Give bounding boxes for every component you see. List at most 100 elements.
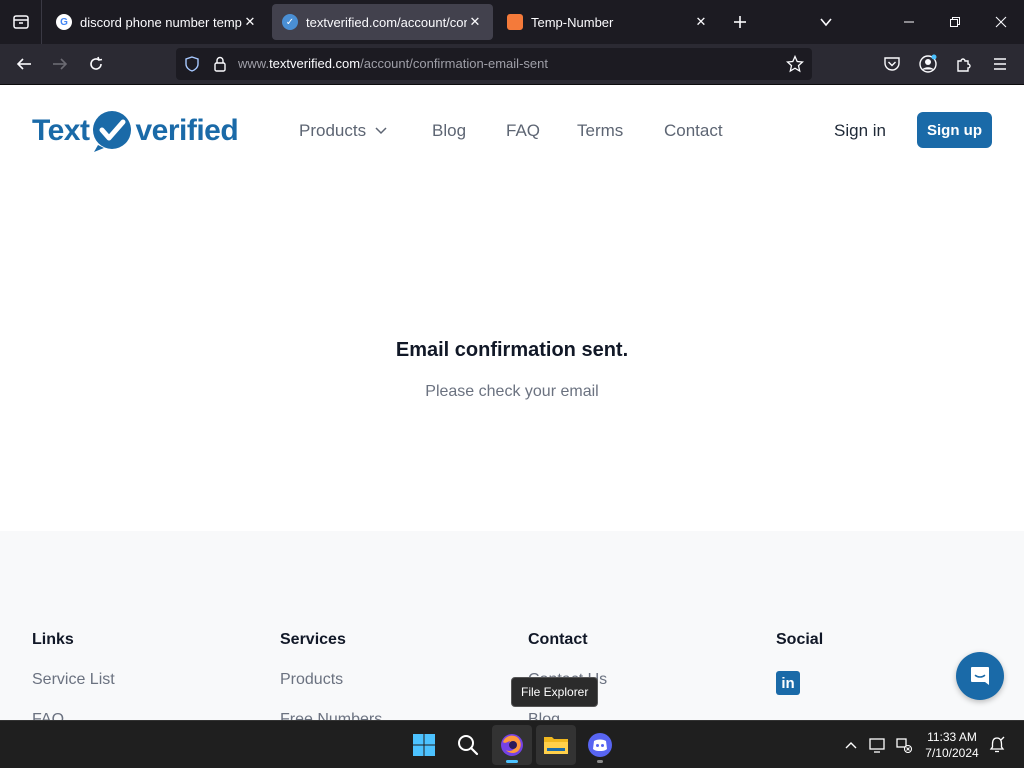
site-header: Text verified Products Blog FAQ Terms Co… bbox=[0, 85, 1024, 177]
close-window-button[interactable] bbox=[978, 0, 1024, 44]
textverified-icon: ✓ bbox=[282, 14, 298, 30]
menu-button[interactable] bbox=[984, 48, 1016, 80]
footer-link-products[interactable]: Products bbox=[280, 671, 343, 689]
textverified-logo[interactable]: Text verified bbox=[32, 107, 239, 155]
minimize-icon bbox=[904, 21, 914, 23]
list-all-tabs-button[interactable] bbox=[808, 4, 844, 40]
firefox-icon bbox=[501, 734, 523, 756]
start-icon bbox=[413, 734, 435, 756]
windows-taskbar: 11:33 AM 7/10/2024 bbox=[0, 720, 1024, 768]
chat-icon bbox=[971, 667, 989, 685]
nav-terms[interactable]: Terms bbox=[577, 121, 623, 141]
tab-textverified[interactable]: ✓ textverified.com/account/confi ✕ bbox=[272, 4, 493, 40]
footer-services-column: Services Products Free Numbers bbox=[280, 631, 382, 720]
extensions-button[interactable] bbox=[948, 48, 980, 80]
close-icon[interactable]: ✕ bbox=[693, 14, 709, 30]
sign-in-link[interactable]: Sign in bbox=[834, 121, 886, 141]
file-explorer-tooltip: File Explorer bbox=[511, 677, 599, 707]
running-indicator bbox=[506, 760, 518, 763]
start-button[interactable] bbox=[404, 725, 444, 765]
footer-heading: Social bbox=[776, 631, 824, 648]
footer-heading: Links bbox=[32, 631, 74, 648]
file-explorer-icon bbox=[544, 737, 568, 754]
taskbar-firefox[interactable] bbox=[492, 725, 532, 765]
firefox-view-icon bbox=[12, 15, 29, 29]
google-icon: G bbox=[56, 14, 72, 30]
browser-tab-strip: G discord phone number temp - G ✕ ✓ text… bbox=[0, 0, 1024, 44]
discord-icon bbox=[588, 733, 612, 757]
footer-heading: Contact bbox=[528, 631, 588, 648]
footer-contact-column: Contact Contact Us Blog bbox=[528, 631, 607, 720]
footer-links-column: Links Service List FAQ bbox=[32, 631, 115, 720]
tab-title: Temp-Number bbox=[531, 14, 614, 30]
nav-products[interactable]: Products bbox=[299, 121, 387, 141]
notifications-button[interactable] bbox=[986, 721, 1008, 768]
hamburger-menu-icon bbox=[994, 58, 1006, 70]
tab-title: textverified.com/account/confi bbox=[306, 14, 467, 30]
plus-icon bbox=[734, 16, 746, 28]
reload-button[interactable] bbox=[80, 48, 112, 80]
taskbar-clock[interactable]: 11:33 AM 7/10/2024 bbox=[920, 729, 984, 761]
notification-bell-icon bbox=[989, 736, 1005, 753]
chevron-down-icon bbox=[820, 18, 832, 27]
footer-link-blog[interactable]: Blog bbox=[528, 711, 560, 720]
account-button[interactable] bbox=[912, 48, 944, 80]
back-button[interactable] bbox=[8, 48, 40, 80]
tracking-protection-shield-icon[interactable] bbox=[184, 56, 200, 72]
close-icon[interactable]: ✕ bbox=[242, 14, 258, 30]
lock-icon[interactable] bbox=[212, 55, 228, 73]
url-prefix: www. bbox=[238, 56, 270, 71]
restore-icon bbox=[950, 17, 960, 27]
clock-date: 7/10/2024 bbox=[925, 746, 979, 760]
browser-toolbar: www.textverified.com/account/confirmatio… bbox=[0, 44, 1024, 85]
url-bar[interactable]: www.textverified.com/account/confirmatio… bbox=[176, 48, 812, 80]
pocket-icon bbox=[884, 57, 900, 71]
new-tab-button[interactable] bbox=[722, 4, 758, 40]
url-path: /account/confirmation-email-sent bbox=[360, 56, 548, 71]
footer-link-service-list[interactable]: Service List bbox=[32, 671, 115, 689]
pocket-button[interactable] bbox=[876, 48, 908, 80]
firefox-view-button[interactable] bbox=[0, 0, 42, 44]
taskbar-file-explorer[interactable] bbox=[536, 725, 576, 765]
logo-text-left: Text bbox=[32, 114, 90, 147]
reload-icon bbox=[90, 56, 103, 70]
footer-heading: Services bbox=[280, 631, 346, 648]
footer-link-free-numbers[interactable]: Free Numbers bbox=[280, 711, 382, 720]
show-hidden-icons-button[interactable] bbox=[840, 721, 862, 768]
url-host: textverified.com bbox=[269, 56, 361, 71]
nav-contact[interactable]: Contact bbox=[664, 121, 723, 141]
display-icon bbox=[869, 738, 885, 753]
temp-number-icon bbox=[507, 14, 523, 30]
chevron-down-icon bbox=[375, 127, 387, 135]
chat-launcher-button[interactable] bbox=[956, 652, 1004, 700]
sign-up-button[interactable]: Sign up bbox=[917, 112, 992, 148]
web-page: Text verified Products Blog FAQ Terms Co… bbox=[0, 85, 1024, 720]
confirmation-subtitle: Please check your email bbox=[425, 383, 599, 400]
forward-button[interactable] bbox=[44, 48, 76, 80]
bookmark-star-icon[interactable] bbox=[786, 55, 804, 73]
minimize-button[interactable] bbox=[886, 0, 932, 44]
account-icon bbox=[919, 54, 937, 73]
logo-text-right: verified bbox=[135, 114, 239, 147]
tray-network-button[interactable] bbox=[892, 721, 916, 768]
chevron-up-icon bbox=[845, 742, 857, 749]
url-text[interactable]: www.textverified.com/account/confirmatio… bbox=[238, 56, 548, 71]
search-button[interactable] bbox=[448, 725, 488, 765]
tab-google-search[interactable]: G discord phone number temp - G ✕ bbox=[46, 4, 268, 40]
search-icon bbox=[458, 735, 479, 756]
tray-display-icon-button[interactable] bbox=[866, 721, 890, 768]
linkedin-icon[interactable]: in bbox=[776, 671, 800, 695]
check-bubble-icon bbox=[93, 111, 132, 152]
arrow-right-icon bbox=[53, 58, 68, 70]
restore-button[interactable] bbox=[932, 0, 978, 44]
taskbar-discord[interactable] bbox=[580, 725, 620, 765]
tab-temp-number[interactable]: Temp-Number ✕ bbox=[497, 4, 719, 40]
arrow-left-icon bbox=[16, 58, 31, 70]
puzzle-icon bbox=[957, 58, 971, 72]
nav-blog[interactable]: Blog bbox=[432, 121, 466, 141]
footer-social-column: Social in bbox=[776, 631, 824, 695]
nav-faq[interactable]: FAQ bbox=[506, 121, 540, 141]
footer-link-faq[interactable]: FAQ bbox=[32, 711, 64, 720]
close-icon[interactable]: ✕ bbox=[467, 14, 483, 30]
network-disconnected-icon bbox=[896, 738, 913, 753]
